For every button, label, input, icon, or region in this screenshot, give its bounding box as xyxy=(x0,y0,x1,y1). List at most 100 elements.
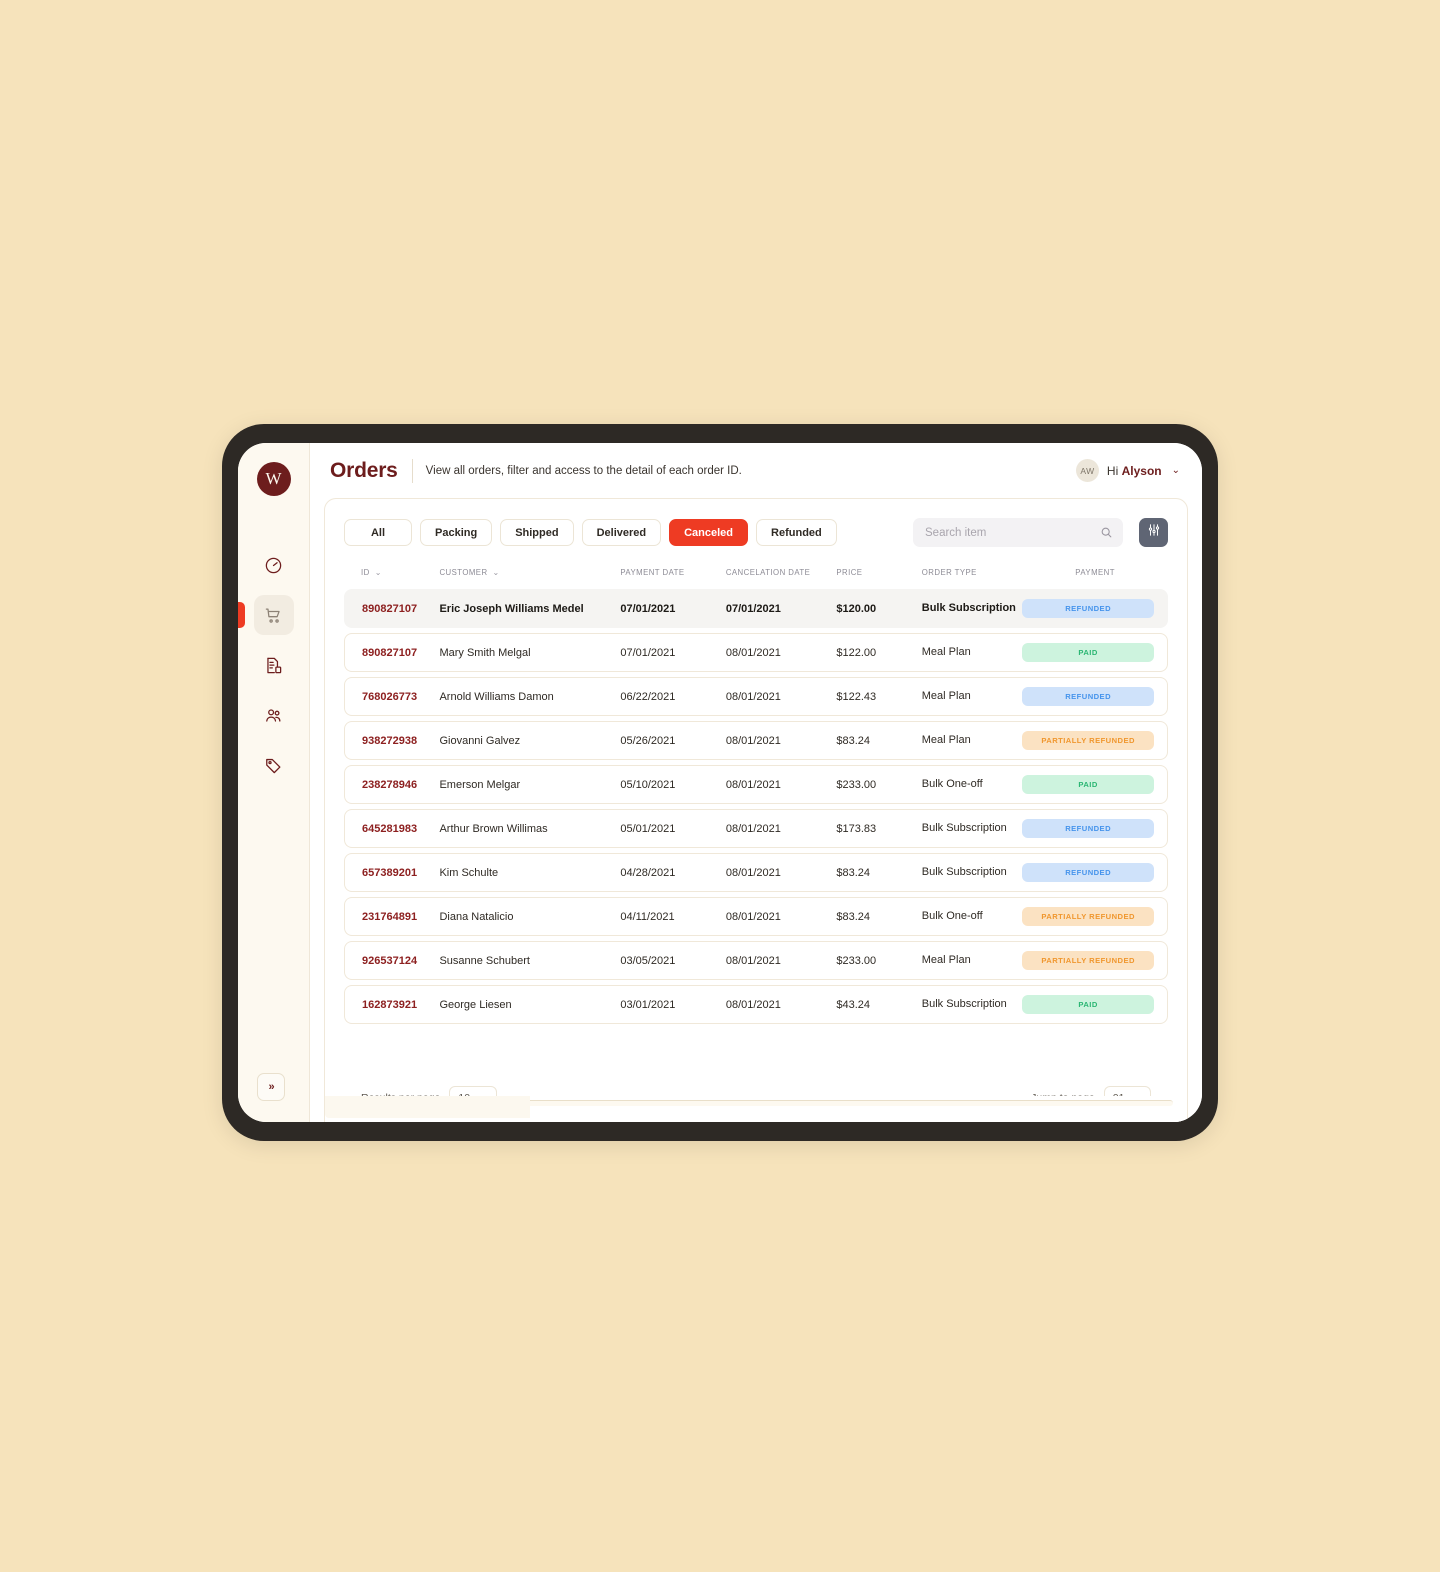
cell-order-type: Bulk Subscription xyxy=(921,985,1023,1024)
filter-settings-button[interactable] xyxy=(1139,518,1168,547)
sidebar-item-dashboard[interactable] xyxy=(254,545,294,585)
sort-caret-customer-icon[interactable]: ⌄ xyxy=(493,568,500,577)
orders-table-body: 890827107 Eric Joseph Williams Medel 07/01… xyxy=(344,589,1168,1024)
cell-price: $83.24 xyxy=(836,721,922,760)
cell-order-id: 231764891 xyxy=(344,897,440,936)
cell-customer: Giovanni Galvez xyxy=(439,721,621,760)
cell-payment-date: 04/11/2021 xyxy=(620,897,726,936)
tablet-device-frame: W » Orders View all orders, filter and a… xyxy=(222,424,1218,1141)
user-name: Alyson xyxy=(1121,463,1162,478)
page-subtitle: View all orders, filter and access to th… xyxy=(425,464,742,477)
tab-delivered[interactable]: Delivered xyxy=(581,519,662,546)
cell-order-id: 645281983 xyxy=(344,809,440,848)
tab-packing[interactable]: Packing xyxy=(420,519,493,546)
tab-refunded[interactable]: Refunded xyxy=(756,519,837,546)
tab-all[interactable]: All xyxy=(344,519,412,546)
column-header-payment: PAYMENT xyxy=(1075,568,1115,577)
speedometer-icon xyxy=(264,556,283,575)
cell-order-type: Bulk Subscription xyxy=(921,809,1023,848)
orders-table-wrap: ID ⌄ CUSTOMER ⌄ PAYMENT DATE CANCELATION D… xyxy=(344,563,1168,1073)
cell-cancelation-date: 08/01/2021 xyxy=(725,853,837,892)
cell-customer: Arnold Williams Damon xyxy=(439,677,621,716)
cell-payment-status: PAID xyxy=(1022,985,1168,1024)
user-greeting: Hi Alyson xyxy=(1107,464,1162,478)
sidebar-item-products[interactable] xyxy=(254,745,294,785)
sliders-icon xyxy=(1147,523,1161,542)
cell-payment-date: 07/01/2021 xyxy=(620,633,726,672)
sidebar-item-orders[interactable] xyxy=(238,595,294,635)
brand-logo-letter: W xyxy=(265,469,282,488)
cell-payment-status: REFUNDED xyxy=(1022,677,1168,716)
cell-payment-date: 06/22/2021 xyxy=(620,677,726,716)
cell-order-type: Bulk Subscription xyxy=(921,601,1016,614)
table-row[interactable]: 645281983 Arthur Brown Willimas 05/01/2021… xyxy=(344,809,1168,848)
cell-order-type: Bulk One-off xyxy=(921,765,1023,804)
sidebar-item-reports[interactable] xyxy=(254,645,294,685)
cell-payment-status: REFUNDED xyxy=(1022,809,1168,848)
cell-payment-date: 05/26/2021 xyxy=(620,721,726,760)
page-header: Orders View all orders, filter and acces… xyxy=(310,443,1202,498)
cell-customer: Eric Joseph Williams Medel xyxy=(439,602,584,615)
table-row[interactable]: 926537124 Susanne Schubert 03/05/2021 08/01… xyxy=(344,941,1168,980)
chevron-down-icon[interactable]: ⌄ xyxy=(1172,465,1180,476)
double-chevron-right-icon: » xyxy=(268,1081,274,1093)
sort-caret-id-icon[interactable]: ⌄ xyxy=(375,568,382,577)
sidebar-item-customers[interactable] xyxy=(254,695,294,735)
table-row[interactable]: 768026773 Arnold Williams Damon 06/22/2021… xyxy=(344,677,1168,716)
cell-order-type: Meal Plan xyxy=(921,721,1023,760)
main-content: Orders View all orders, filter and acces… xyxy=(310,443,1202,1122)
greeting-prefix: Hi xyxy=(1106,463,1122,478)
cell-cancelation-date: 08/01/2021 xyxy=(725,941,837,980)
status-badge: REFUNDED xyxy=(1022,863,1154,882)
status-badge: PAID xyxy=(1022,775,1154,794)
cell-customer: Arthur Brown Willimas xyxy=(439,809,621,848)
tag-icon xyxy=(264,756,283,775)
table-row[interactable]: 238278946 Emerson Melgar 05/10/2021 08/01/2… xyxy=(344,765,1168,804)
status-badge: PARTIALLY REFUNDED xyxy=(1022,731,1154,750)
tab-canceled[interactable]: Canceled xyxy=(669,519,749,546)
status-badge: REFUNDED xyxy=(1022,687,1154,706)
cell-cancelation-date: 08/01/2021 xyxy=(725,721,837,760)
cell-order-type: Bulk One-off xyxy=(921,897,1023,936)
cell-payment-date: 05/10/2021 xyxy=(620,765,726,804)
cell-order-id: 938272938 xyxy=(344,721,440,760)
table-header-row: ID ⌄ CUSTOMER ⌄ PAYMENT DATE CANCELATION D… xyxy=(344,568,1168,584)
cell-payment-date: 05/01/2021 xyxy=(620,809,726,848)
column-header-id[interactable]: ID ⌄ xyxy=(344,568,439,584)
column-header-cancelation-date: CANCELATION DATE xyxy=(725,568,811,577)
cell-payment-date: 03/01/2021 xyxy=(620,985,726,1024)
cell-payment-status: REFUNDED xyxy=(1022,853,1168,892)
cell-price: $83.24 xyxy=(836,853,922,892)
search-box[interactable] xyxy=(913,518,1123,547)
table-row[interactable]: 890827107 Mary Smith Melgal 07/01/2021 08/0… xyxy=(344,633,1168,672)
search-icon[interactable] xyxy=(1100,526,1113,539)
horizontal-scrollbar[interactable] xyxy=(325,1096,1187,1122)
user-menu[interactable]: AW Hi Alyson ⌄ xyxy=(1075,459,1180,482)
status-badge: PAID xyxy=(1022,995,1154,1014)
column-header-customer[interactable]: CUSTOMER ⌄ xyxy=(439,568,620,584)
table-row[interactable]: 890827107 Eric Joseph Williams Medel 07/01… xyxy=(344,589,1168,628)
tab-shipped[interactable]: Shipped xyxy=(500,519,574,546)
search-input[interactable] xyxy=(925,526,1100,539)
column-header-payment-date: PAYMENT DATE xyxy=(620,568,685,577)
scrollbar-thumb[interactable] xyxy=(325,1096,530,1118)
cell-price: $43.24 xyxy=(836,985,922,1024)
sidebar-expand-button[interactable]: » xyxy=(257,1073,285,1101)
table-row[interactable]: 938272938 Giovanni Galvez 05/26/2021 08/01/… xyxy=(344,721,1168,760)
cell-cancelation-date: 07/01/2021 xyxy=(725,602,781,615)
cell-customer: Emerson Melgar xyxy=(439,765,621,804)
sidebar-nav-list xyxy=(238,545,309,785)
orders-card: All Packing Shipped Delivered Canceled R… xyxy=(324,498,1188,1122)
tablet-screen: W » Orders View all orders, filter and a… xyxy=(238,443,1202,1122)
cell-order-id: 926537124 xyxy=(344,941,440,980)
cell-order-type: Meal Plan xyxy=(921,633,1023,672)
cell-price: $83.24 xyxy=(836,897,922,936)
brand-logo-icon[interactable]: W xyxy=(256,462,291,496)
cell-price: $122.00 xyxy=(836,633,922,672)
table-row[interactable]: 657389201 Kim Schulte 04/28/2021 08/01/2021… xyxy=(344,853,1168,892)
table-row[interactable]: 231764891 Diana Natalicio 04/11/2021 08/01/… xyxy=(344,897,1168,936)
cell-payment-status: PARTIALLY REFUNDED xyxy=(1022,941,1168,980)
sidebar: W » xyxy=(238,443,310,1122)
cell-cancelation-date: 08/01/2021 xyxy=(725,897,837,936)
table-row[interactable]: 162873921 George Liesen 03/01/2021 08/01/20… xyxy=(344,985,1168,1024)
